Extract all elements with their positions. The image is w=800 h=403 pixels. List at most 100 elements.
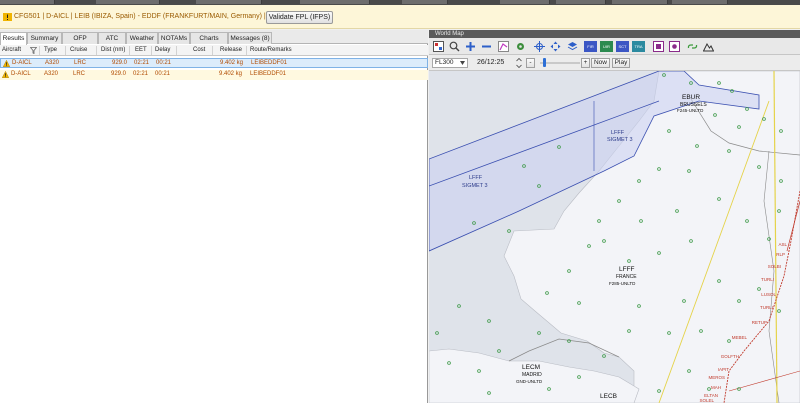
- calendar-dropdown-icon[interactable]: [516, 58, 522, 68]
- cell-dist: 929.0: [111, 71, 127, 77]
- region-code: EBUR: [682, 94, 700, 101]
- waypoint-label: MEBEL: [732, 335, 748, 340]
- center-map-icon[interactable]: [534, 41, 545, 52]
- col-cruise[interactable]: Cruise: [70, 47, 87, 53]
- window-tab[interactable]: [402, 0, 448, 4]
- window-tab[interactable]: [672, 0, 728, 4]
- cell-route: LEIBEDDF01: [251, 60, 288, 66]
- cell-type: A320: [44, 71, 59, 77]
- cell-cruise: LRC: [74, 60, 87, 66]
- waypoint-label: MEROS: [708, 375, 725, 380]
- cell-eet: 02:21: [134, 60, 150, 66]
- window-tab[interactable]: [556, 0, 606, 4]
- filter-icon[interactable]: [30, 47, 37, 54]
- world-map-panel: World Map FIR UIR SCT TRA FL300 26/12:25…: [429, 30, 800, 403]
- airport-layer-icon[interactable]: [653, 41, 664, 52]
- col-dist[interactable]: Dist (nm): [101, 47, 125, 53]
- uir-layer-toggle[interactable]: UIR: [600, 41, 613, 52]
- col-route-remarks[interactable]: Route/Remarks: [250, 47, 292, 53]
- map-layout-icon[interactable]: [433, 41, 444, 52]
- cell-aircraft: D-AICL: [12, 60, 32, 66]
- region-code: LECB: [600, 393, 617, 400]
- results-tabbar: Results Summary OFP ATC Weather NOTAMs C…: [0, 30, 428, 45]
- tab-ofp[interactable]: OFP: [62, 32, 98, 44]
- table-row[interactable]: D-AICL A320 LRC 929.0 02:21 00:21 9.402 …: [0, 58, 428, 68]
- region-limit: GND-UNLTD: [516, 379, 543, 384]
- time-slider-track[interactable]: [540, 62, 580, 64]
- tab-charts[interactable]: Charts: [190, 32, 228, 44]
- waypoint-label: RLP: [776, 252, 785, 257]
- flight-route-summary: CFG501 | D-AICL | LEIB (IBIZA, Spain) - …: [14, 13, 310, 20]
- search-icon[interactable]: [449, 41, 460, 52]
- col-delay[interactable]: Delay: [155, 47, 170, 53]
- region-limit: F285-UNLTD: [609, 281, 636, 286]
- waypoint-label: SOLEL: [699, 398, 714, 403]
- region-name: FRANCE: [616, 274, 637, 280]
- tab-messages[interactable]: Messages (8): [228, 32, 272, 44]
- sct-layer-toggle[interactable]: SCT: [616, 41, 629, 52]
- warning-icon: [2, 71, 9, 78]
- pan-icon[interactable]: [550, 41, 561, 52]
- window-tab[interactable]: [300, 0, 370, 4]
- waypoint-label: SOLBI: [768, 264, 781, 269]
- cell-type: A320: [45, 60, 60, 66]
- waypoint-label: MAH: [711, 385, 721, 390]
- results-panel: Results Summary OFP ATC Weather NOTAMs C…: [0, 30, 428, 403]
- zoom-in-icon[interactable]: [465, 41, 476, 52]
- terrain-icon[interactable]: [703, 41, 714, 52]
- waypoint-label: IAPIT: [718, 367, 730, 372]
- fir-layer-toggle[interactable]: FIR: [584, 41, 597, 52]
- play-button[interactable]: Play: [612, 58, 630, 68]
- waypoint-label: ASL: [778, 242, 787, 247]
- time-plus-button[interactable]: +: [581, 58, 590, 68]
- col-type[interactable]: Type: [44, 47, 57, 53]
- flight-level-select[interactable]: FL300: [432, 58, 468, 68]
- sigmet-label-code: LFFF: [611, 130, 625, 136]
- tab-weather[interactable]: Weather: [126, 32, 158, 44]
- tab-notams[interactable]: NOTAMs: [158, 32, 190, 44]
- table-row[interactable]: D-AICL A320 LRC 929.0 02:21 00:21 9.402 …: [0, 70, 428, 80]
- col-cost[interactable]: Cost: [193, 47, 205, 53]
- world-map-title: World Map: [429, 30, 800, 38]
- tab-atc[interactable]: ATC: [98, 32, 126, 44]
- cell-delay: 00:21: [155, 71, 171, 77]
- col-release[interactable]: Release: [220, 47, 242, 53]
- flight-info-bar: CFG501 | D-AICL | LEIB (IBIZA, Spain) - …: [0, 5, 800, 29]
- cell-dist: 929.0: [112, 60, 128, 66]
- now-button[interactable]: Now: [591, 58, 610, 68]
- zoom-out-icon[interactable]: [481, 41, 492, 52]
- sigmet-label-name: SIGMET 3: [462, 183, 488, 189]
- window-tab[interactable]: [612, 0, 668, 4]
- map-svg[interactable]: LFFF SIGMET 3 LFFF SIGMET 3 EBUR BRUSSEL…: [429, 71, 800, 403]
- chevron-down-icon: [460, 61, 465, 65]
- validate-fpl-button[interactable]: Validate FPL (IFPS): [266, 11, 333, 24]
- map-red-overlay-label: [736, 41, 752, 52]
- tab-summary[interactable]: Summary: [27, 32, 62, 44]
- col-aircraft[interactable]: Aircraft: [2, 47, 21, 53]
- waypoint-label: GOLFTH: [721, 354, 739, 359]
- cell-release: 9.402 kg: [220, 60, 244, 66]
- navaid-layer-icon[interactable]: [669, 41, 680, 52]
- map-datetime: 26/12:25: [477, 59, 505, 66]
- map-canvas[interactable]: LFFF SIGMET 3 LFFF SIGMET 3 EBUR BRUSSEL…: [429, 71, 800, 403]
- cell-eet: 02:21: [133, 71, 149, 77]
- col-eet[interactable]: EET: [135, 47, 147, 53]
- tab-results[interactable]: Results: [0, 32, 27, 45]
- settings-gear-icon[interactable]: [515, 41, 526, 52]
- window-tab[interactable]: [500, 0, 550, 4]
- tra-layer-toggle[interactable]: TRA: [632, 41, 645, 52]
- time-minus-button[interactable]: -: [526, 58, 535, 68]
- sigmet-label-name: SIGMET 3: [607, 137, 633, 143]
- map-time-controls: FL300 26/12:25 - + Now Play: [429, 55, 800, 71]
- layers-icon[interactable]: [567, 41, 578, 52]
- route-tool-icon[interactable]: [498, 41, 509, 52]
- cell-aircraft: D-AICL: [11, 71, 31, 77]
- window-tab[interactable]: [96, 0, 160, 4]
- cell-cruise: LRC: [73, 71, 86, 77]
- waypoint-label: TURLI: [760, 305, 773, 310]
- window-tab[interactable]: [0, 0, 55, 4]
- link-icon[interactable]: [687, 41, 698, 52]
- time-slider-thumb[interactable]: [543, 58, 546, 67]
- window-tab[interactable]: [196, 0, 262, 4]
- region-code: LECM: [522, 364, 540, 371]
